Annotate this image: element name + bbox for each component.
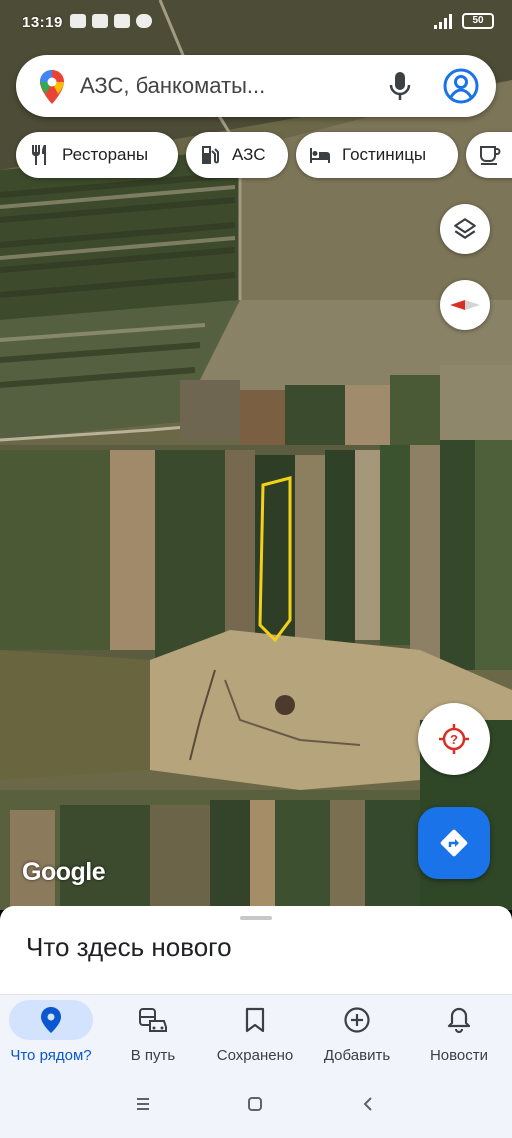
chip-coffee[interactable]: [466, 132, 512, 178]
chip-restaurants[interactable]: Рестораны: [16, 132, 178, 178]
bell-icon: [447, 1007, 471, 1034]
nav-saved[interactable]: Сохранено: [204, 995, 306, 1077]
sheet-title: Что здесь нового: [26, 932, 232, 962]
nav-explore[interactable]: Что рядом?: [0, 995, 102, 1077]
mic-icon[interactable]: [388, 70, 412, 102]
battery-icon: 50: [462, 13, 494, 29]
compass-icon: [450, 300, 480, 310]
back-chevron-icon[interactable]: [360, 1096, 376, 1112]
nav-label: Сохранено: [216, 1047, 294, 1064]
directions-icon: [440, 829, 468, 857]
home-square-icon[interactable]: [247, 1096, 263, 1112]
gas-station-icon: [202, 146, 219, 164]
commute-icon: [139, 1008, 167, 1032]
dnd-icon: [136, 14, 152, 28]
nav-label: Добавить: [323, 1047, 391, 1064]
coffee-icon: [480, 146, 501, 165]
nav-commute[interactable]: В путь: [102, 995, 204, 1077]
nav-contribute[interactable]: Добавить: [306, 995, 408, 1077]
layers-button[interactable]: [440, 204, 490, 254]
bookmark-icon: [245, 1007, 265, 1033]
chip-label: Гостиницы: [342, 145, 427, 164]
explore-sheet[interactable]: Что здесь нового: [0, 906, 512, 996]
chip-label: АЗС: [232, 145, 266, 164]
directions-button[interactable]: [418, 807, 490, 879]
fork-knife-icon: [32, 145, 46, 165]
navigation-icon: [114, 14, 130, 28]
my-location-icon: ?: [439, 724, 469, 754]
notification-icons: [70, 14, 152, 28]
chip-gas-stations[interactable]: АЗС: [186, 132, 288, 178]
nav-label: Что рядом?: [10, 1047, 92, 1064]
nav-label: В путь: [130, 1047, 176, 1064]
system-navigation-bar: [0, 1076, 512, 1138]
status-time: 13:19: [22, 14, 63, 31]
layers-icon: [454, 218, 476, 239]
nav-label: Новости: [429, 1047, 489, 1064]
svg-text:?: ?: [450, 732, 458, 747]
my-location-button[interactable]: ?: [418, 703, 490, 775]
google-attribution: Google: [22, 858, 106, 886]
chip-hotels[interactable]: Гостиницы: [296, 132, 458, 178]
youtube-icon: [70, 14, 86, 28]
account-circle-icon[interactable]: [442, 67, 480, 105]
search-bar[interactable]: АЗС, банкоматы...: [16, 55, 496, 117]
bottom-navigation: Что рядом? В путь Сохранено Добавить Нов…: [0, 994, 512, 1077]
explore-pin-icon: [41, 1007, 61, 1033]
chip-label: Рестораны: [62, 145, 149, 164]
compass-button[interactable]: [440, 280, 490, 330]
bed-icon: [310, 148, 330, 163]
recents-icon[interactable]: [135, 1096, 151, 1112]
gallery-icon: [92, 14, 108, 28]
signal-icon: [434, 13, 454, 29]
search-input[interactable]: АЗС, банкоматы...: [80, 73, 265, 99]
nav-updates[interactable]: Новости: [408, 995, 510, 1077]
category-chips: Рестораны АЗС Гостиницы: [16, 132, 512, 180]
sheet-drag-handle[interactable]: [240, 916, 272, 920]
add-circle-icon: [344, 1007, 370, 1033]
status-bar: 13:19 50: [0, 0, 512, 46]
maps-pin-icon: [40, 70, 64, 104]
